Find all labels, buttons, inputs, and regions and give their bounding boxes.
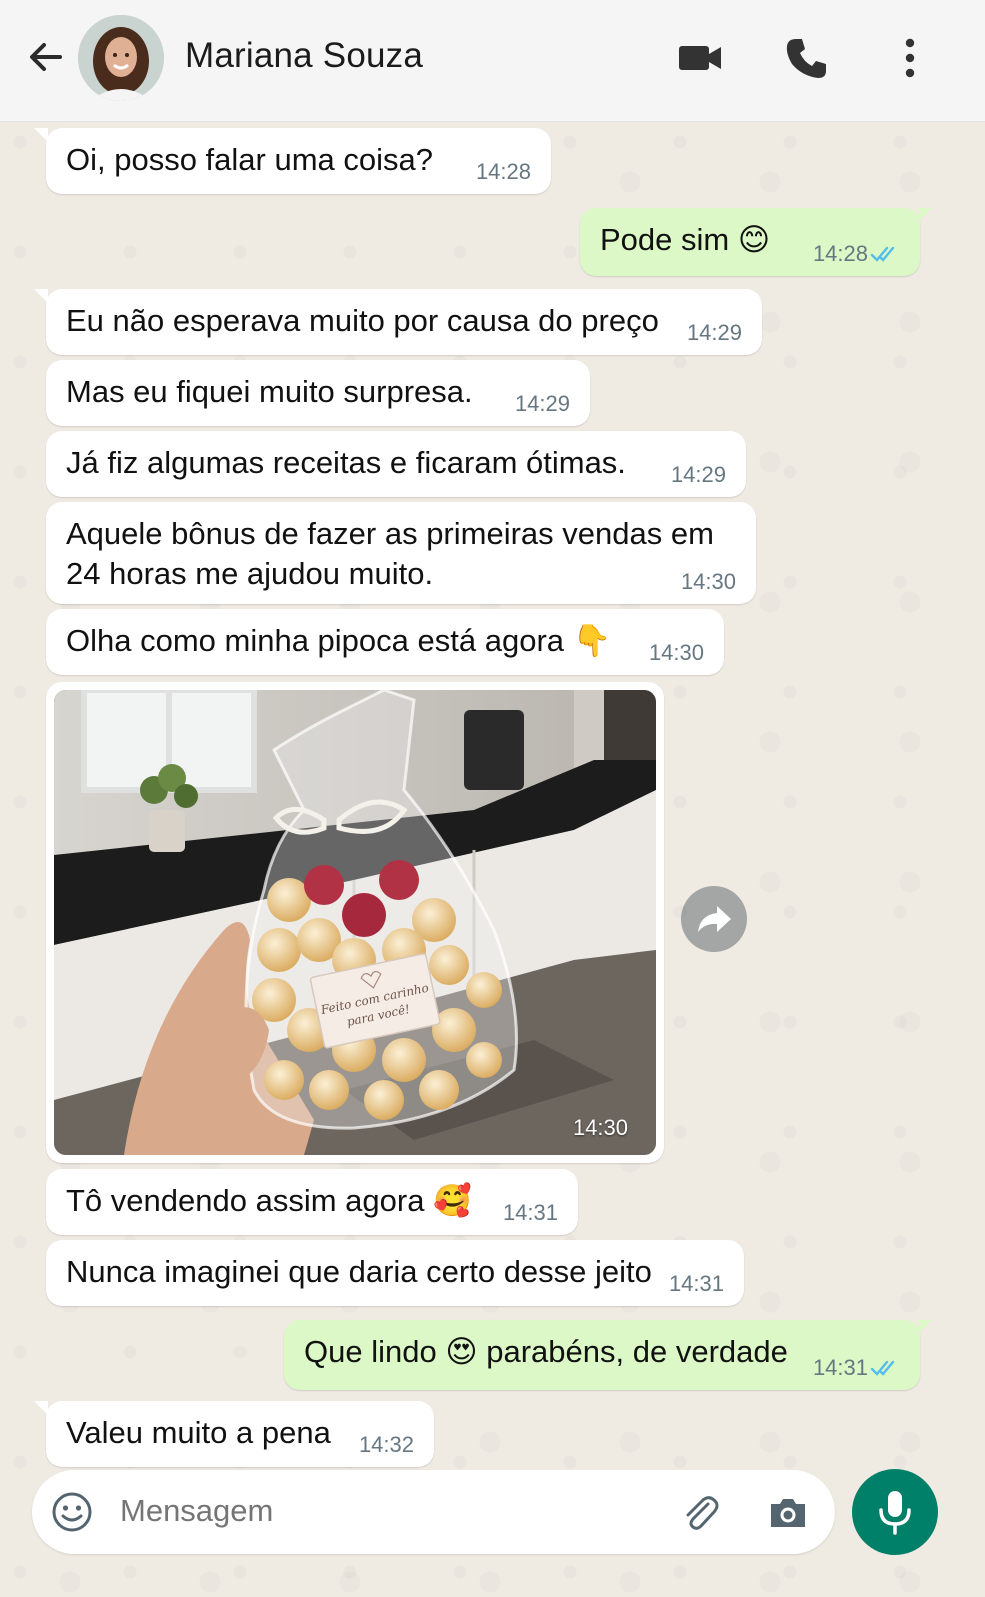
message-time: 14:29	[514, 391, 570, 416]
message-outgoing[interactable]: Pode sim 😊 14:28	[580, 208, 932, 276]
message-text: Tô vendendo assim agora 🥰	[66, 1183, 472, 1218]
bubble-tail	[918, 208, 932, 222]
message-incoming[interactable]: Já fiz algumas receitas e ficaram ótimas…	[46, 431, 746, 497]
message-incoming[interactable]: Tô vendendo assim agora 🥰 14:31	[46, 1169, 578, 1235]
bubble-tail	[918, 1320, 932, 1334]
message-text: Valeu muito a pena	[66, 1415, 331, 1450]
avatar[interactable]	[78, 15, 164, 101]
message-incoming[interactable]: Valeu muito a pena 14:32	[34, 1401, 434, 1467]
video-camera-icon[interactable]	[676, 34, 724, 82]
message-time: 14:32	[358, 1432, 414, 1457]
bubble-tail	[34, 289, 48, 303]
attach-icon[interactable]	[678, 1490, 722, 1534]
camera-icon[interactable]	[766, 1490, 810, 1534]
message-text: Nunca imaginei que daria certo desse jei…	[66, 1254, 652, 1289]
message-text: Que lindo 😍 parabéns, de verdade	[304, 1334, 788, 1369]
message-text: Mas eu fiquei muito surpresa.	[66, 374, 473, 409]
microphone-button[interactable]	[852, 1469, 938, 1555]
message-time: 14:30	[648, 640, 704, 665]
message-time: 14:31	[812, 1355, 868, 1380]
message-time: 14:30	[572, 1115, 628, 1140]
message-outgoing[interactable]: Que lindo 😍 parabéns, de verdade 14:31	[284, 1320, 932, 1390]
message-incoming[interactable]: Olha como minha pipoca está agora 👇 14:3…	[46, 609, 724, 675]
chat-header: Mariana Souza	[0, 0, 985, 122]
bubble-tail	[34, 128, 48, 142]
image-message[interactable]: Feito com carinho para você! 14:30	[46, 682, 664, 1163]
message-incoming[interactable]: Oi, posso falar uma coisa? 14:28	[34, 128, 551, 194]
message-input[interactable]	[118, 1492, 642, 1530]
more-vertical-icon[interactable]	[886, 34, 934, 82]
message-time: 14:28	[475, 159, 531, 184]
back-arrow-icon[interactable]	[24, 35, 68, 79]
read-receipt-icon	[870, 1360, 895, 1376]
message-time: 14:31	[668, 1271, 724, 1296]
message-time: 14:29	[686, 320, 742, 345]
message-time: 14:29	[670, 462, 726, 487]
message-time: 14:31	[502, 1200, 558, 1225]
message-incoming[interactable]: Aquele bônus de fazer as primeiras venda…	[46, 502, 756, 604]
message-text: Eu não esperava muito por causa do preço	[66, 303, 659, 338]
message-input-bar	[32, 1470, 835, 1554]
message-incoming[interactable]: Mas eu fiquei muito surpresa. 14:29	[46, 360, 590, 426]
message-text: Já fiz algumas receitas e ficaram ótimas…	[66, 445, 626, 480]
contact-name[interactable]: Mariana Souza	[185, 36, 423, 76]
message-time: 14:30	[680, 569, 736, 594]
message-text: Pode sim 😊	[600, 222, 771, 257]
message-text: Oi, posso falar uma coisa?	[66, 142, 434, 177]
message-text-line: 24 horas me ajudou muito.	[66, 556, 434, 591]
message-text: Olha como minha pipoca está agora 👇	[66, 623, 612, 658]
bubble-tail	[34, 1401, 48, 1415]
emoji-icon[interactable]	[50, 1490, 94, 1534]
popcorn-photo[interactable]: Feito com carinho para você! 14:30	[54, 690, 656, 1155]
message-incoming[interactable]: Nunca imaginei que daria certo desse jei…	[46, 1240, 744, 1306]
forward-button[interactable]	[681, 886, 747, 952]
forward-icon	[698, 906, 731, 932]
read-receipt-icon	[870, 246, 895, 262]
phone-icon[interactable]	[782, 34, 830, 82]
message-time: 14:28	[812, 241, 868, 266]
message-incoming[interactable]: Eu não esperava muito por causa do preço…	[34, 289, 762, 355]
message-text-line: Aquele bônus de fazer as primeiras venda…	[66, 516, 714, 551]
microphone-icon	[879, 1491, 911, 1535]
